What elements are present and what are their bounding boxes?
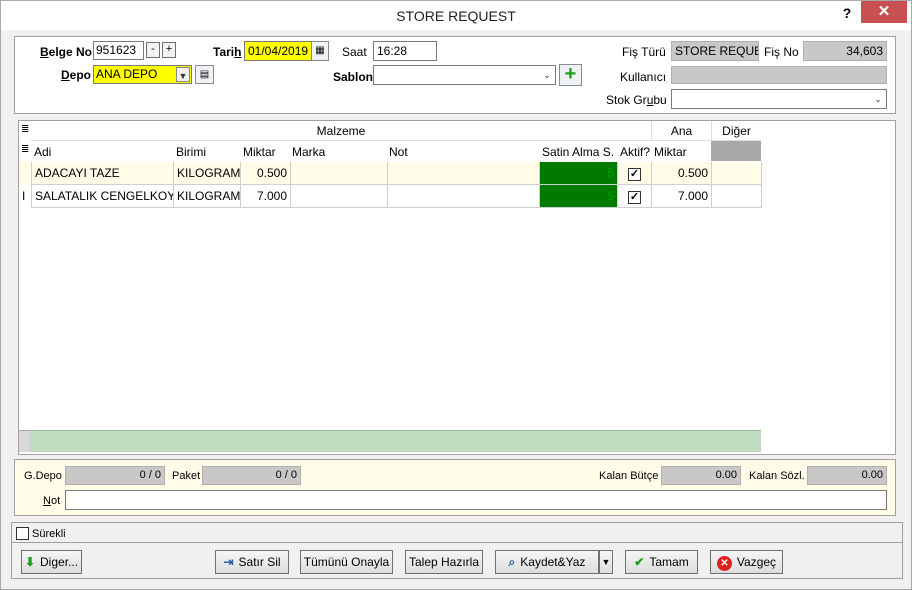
paket-label: Paket (172, 470, 201, 482)
cell-satin-alma[interactable]: 5 (540, 162, 618, 185)
column-chooser-icon[interactable]: ≣ (19, 141, 31, 161)
chevron-down-icon[interactable]: ⌄ (540, 67, 554, 83)
row-indicator (20, 162, 32, 185)
grid-footer-bar (30, 430, 761, 452)
cell-miktar[interactable]: 0.500 (241, 162, 291, 185)
cell-diger[interactable] (712, 162, 762, 185)
kalan-sozl-label: Kalan Sözl. (749, 470, 805, 482)
calendar-icon[interactable]: ▦ (311, 41, 329, 61)
column-header-satin-alma[interactable]: Satin Alma S. (542, 145, 614, 159)
kalan-sozl-field: 0.00 (807, 466, 887, 485)
g-depo-field: 0 / 0 (65, 466, 165, 485)
cell-adi[interactable]: ADACAYI TAZE (32, 162, 174, 185)
cell-marka[interactable] (291, 162, 388, 185)
not-label: Not (43, 495, 61, 507)
cell-adi[interactable]: SALATALIK CENGELKOY (32, 185, 174, 208)
column-chooser-icon[interactable]: ≣ (19, 121, 31, 141)
column-header-birimi[interactable]: Birimi (176, 145, 206, 159)
title-bar: STORE REQUEST ? ✕ (0, 0, 912, 30)
cell-aktif[interactable]: ✓ (618, 185, 652, 208)
surekli-checkbox[interactable] (16, 527, 29, 540)
tarih-field[interactable]: 01/04/2019 (244, 41, 312, 61)
talep-hazirla-button[interactable]: Talep Hazırla (405, 550, 483, 574)
help-button[interactable]: ? (839, 5, 855, 21)
kullanici-label: Kullanıcı (620, 70, 667, 84)
table-row[interactable]: ADACAYI TAZE KILOGRAM 0.500 5 ✓ 0.500 (20, 162, 762, 185)
cell-ana-miktar[interactable]: 0.500 (652, 162, 712, 185)
belge-no-decrement-button[interactable]: - (146, 42, 160, 58)
column-header-miktar[interactable]: Miktar (243, 145, 276, 159)
row-indicator: I (20, 185, 32, 208)
kalan-butce-label: Kalan Bütçe (599, 470, 659, 482)
kullanici-field (671, 66, 887, 84)
checkbox-checked-icon[interactable]: ✓ (628, 191, 641, 204)
group-header-ana: Ana (651, 121, 711, 141)
cell-miktar[interactable]: 7.000 (241, 185, 291, 208)
depo-value: ANA DEPO (96, 67, 158, 81)
g-depo-label: G.Depo (24, 470, 62, 482)
fis-turu-label: Fiş Türü (622, 45, 666, 59)
add-icon[interactable]: + (559, 64, 582, 86)
sablon-label: Sablon (333, 70, 374, 84)
vazgec-button[interactable]: ✕ Vazgeç (710, 550, 783, 574)
column-header-marka[interactable]: Marka (292, 145, 325, 159)
surekli-bar (11, 522, 903, 543)
chevron-down-icon: ▼ (601, 557, 611, 567)
column-header-ana-miktar[interactable]: Miktar (654, 145, 687, 159)
chevron-down-icon[interactable]: ▼ (176, 67, 190, 82)
cell-ana-miktar[interactable]: 7.000 (652, 185, 712, 208)
diger-button[interactable]: ⬇ Diger... (21, 550, 82, 574)
column-header-not[interactable]: Not (389, 145, 408, 159)
material-grid[interactable]: ≣ ≣ Malzeme Ana Diğer Adi Birimi Miktar … (18, 120, 896, 455)
kaydet-yaz-button[interactable]: ⌕ Kaydet&Yaz (495, 550, 599, 574)
footer-indicator (19, 430, 30, 452)
fis-no-label: Fiş No (764, 45, 799, 59)
column-header-adi[interactable]: Adi (34, 145, 51, 159)
depo-label: Depo (61, 68, 92, 82)
belge-no-label: Belge No (40, 45, 93, 59)
kaydet-yaz-dropdown-button[interactable]: ▼ (599, 550, 613, 574)
fis-no-field: 34,603 (803, 41, 887, 61)
arrow-down-icon: ⬇ (24, 555, 36, 569)
window-title: STORE REQUEST (396, 8, 516, 24)
saat-field[interactable]: 16:28 (373, 41, 437, 61)
cell-aktif[interactable]: ✓ (618, 162, 652, 185)
cell-not[interactable] (388, 185, 540, 208)
cancel-icon: ✕ (716, 556, 732, 571)
saat-label: Saat (342, 45, 367, 59)
cell-diger[interactable] (712, 185, 762, 208)
group-header-malzeme: Malzeme (31, 121, 651, 141)
stok-grubu-label: Stok Grubu (606, 93, 667, 107)
column-header-aktif[interactable]: Aktif? (620, 145, 650, 159)
close-button[interactable]: ✕ (861, 1, 907, 23)
kalan-butce-field: 0.00 (661, 466, 741, 485)
tamam-button[interactable]: ✔ Tamam (625, 550, 698, 574)
cell-birimi[interactable]: KILOGRAM (174, 162, 241, 185)
cell-satin-alma[interactable]: 5 (540, 185, 618, 208)
depo-dropdown[interactable]: ANA DEPO ▼ (93, 65, 192, 84)
delete-row-icon: ⇥ (223, 555, 234, 569)
chevron-down-icon[interactable]: ⌄ (871, 91, 885, 107)
column-header-diger-blank (711, 141, 761, 161)
cell-marka[interactable] (291, 185, 388, 208)
not-field[interactable] (65, 490, 887, 510)
cell-not[interactable] (388, 162, 540, 185)
satir-sil-button[interactable]: ⇥ Satır Sil (215, 550, 289, 574)
tumunu-onayla-button[interactable]: Tümünü Onayla (300, 550, 393, 574)
belge-no-increment-button[interactable]: + (162, 42, 176, 58)
sablon-dropdown[interactable]: ⌄ (373, 65, 556, 85)
checkbox-checked-icon[interactable]: ✓ (628, 168, 641, 181)
surekli-label: Sürekli (32, 528, 66, 540)
tarih-label: Tarih (213, 45, 242, 59)
table-row[interactable]: I SALATALIK CENGELKOY KILOGRAM 7.000 5 ✓… (20, 185, 762, 208)
belge-no-field[interactable]: 951623 (93, 41, 144, 60)
depo-lookup-icon[interactable]: ▤ (195, 65, 214, 84)
cell-birimi[interactable]: KILOGRAM (174, 185, 241, 208)
stok-grubu-dropdown[interactable]: ⌄ (671, 89, 887, 109)
group-header-diger: Diğer (711, 121, 761, 141)
fis-turu-field: STORE REQUE (671, 41, 759, 61)
checkmark-icon: ✔ (634, 555, 645, 569)
print-preview-icon: ⌕ (508, 555, 516, 569)
paket-field: 0 / 0 (202, 466, 301, 485)
